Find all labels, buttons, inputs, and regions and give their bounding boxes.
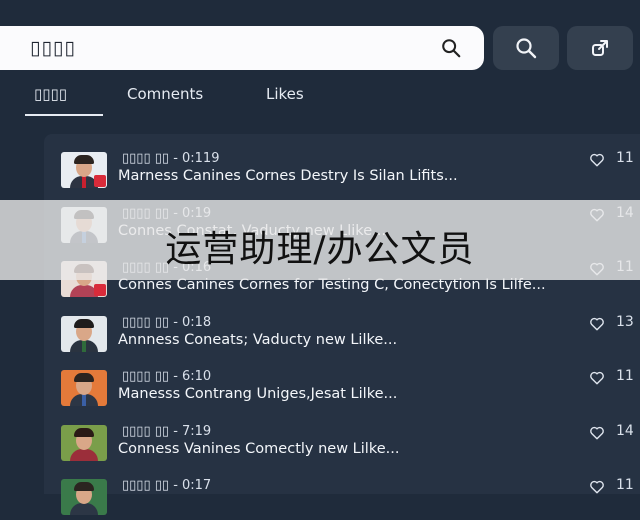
comment-meta: ▯▯▯▯ ▯▯ - 6:10 [122, 369, 212, 384]
avatar[interactable] [61, 479, 107, 515]
comment-text: Annness Coneats; Vaducty new Lilke... [118, 331, 398, 348]
avatar[interactable] [61, 315, 107, 352]
search-bar[interactable]: ▯▯▯▯ [0, 26, 484, 70]
caption-text: 运营助理/办公文员 [165, 229, 475, 270]
like-count: 11 [616, 368, 634, 384]
search-icon [516, 38, 537, 59]
heart-icon[interactable] [589, 426, 605, 440]
heart-icon[interactable] [589, 317, 605, 331]
heart-icon[interactable] [589, 480, 605, 494]
like-count: 11 [616, 150, 634, 166]
caption-banner: 运营助理/办公文员 [0, 200, 640, 280]
verified-badge-icon [94, 284, 106, 296]
comment-row[interactable]: ▯▯▯▯ ▯▯ - 0:18 Annness Coneats; Vaducty n… [44, 303, 640, 357]
search-icon[interactable] [440, 37, 462, 59]
comment-row[interactable]: ▯▯▯▯ ▯▯ - 7:19 Conness Vanines Comectly n… [44, 412, 640, 466]
comment-meta: ▯▯▯▯ ▯▯ - 0:18 [122, 314, 212, 330]
search-input[interactable]: ▯▯▯▯ [30, 37, 440, 59]
tab-bar: ▯▯▯▯ Comnents Likes [0, 82, 640, 118]
comment-meta: ▯▯▯▯ ▯▯ - 0:17 [122, 478, 212, 493]
comment-text: Conness Vanines Comectly new Lilke... [118, 440, 400, 457]
search-button[interactable] [493, 26, 559, 70]
avatar[interactable] [61, 152, 107, 188]
verified-badge-icon [94, 175, 106, 187]
avatar[interactable] [61, 424, 107, 461]
comment-row[interactable]: ▯▯▯▯ ▯▯ - 0:119 Marness Canines Cornes De… [44, 139, 640, 193]
tab-likes[interactable]: Likes [266, 82, 304, 116]
comment-row[interactable]: ▯▯▯▯ ▯▯ - 0:17 11 [44, 466, 640, 520]
comment-text: Marness Canines Cornes Destry Is Silan L… [118, 168, 458, 184]
like-count: 14 [616, 422, 634, 439]
heart-icon[interactable] [589, 371, 605, 385]
comment-meta: ▯▯▯▯ ▯▯ - 0:119 [122, 151, 220, 166]
comment-text: Manesss Contrang Uniges,Jesat Lilke... [118, 386, 398, 402]
comment-list: ▯▯▯▯ ▯▯ - 0:119 Marness Canines Cornes De… [44, 134, 640, 515]
share-button[interactable] [567, 26, 633, 70]
heart-icon[interactable] [589, 153, 605, 167]
comment-meta: ▯▯▯▯ ▯▯ - 7:19 [122, 423, 212, 439]
avatar[interactable] [61, 370, 107, 406]
tab-comments-cn[interactable]: ▯▯▯▯ [25, 82, 103, 116]
tab-comments[interactable]: Comnents [127, 82, 203, 116]
share-icon [592, 40, 608, 56]
like-count: 11 [616, 477, 634, 493]
comment-row[interactable]: ▯▯▯▯ ▯▯ - 6:10 Manesss Contrang Uniges,Je… [44, 357, 640, 411]
like-count: 13 [616, 313, 634, 330]
